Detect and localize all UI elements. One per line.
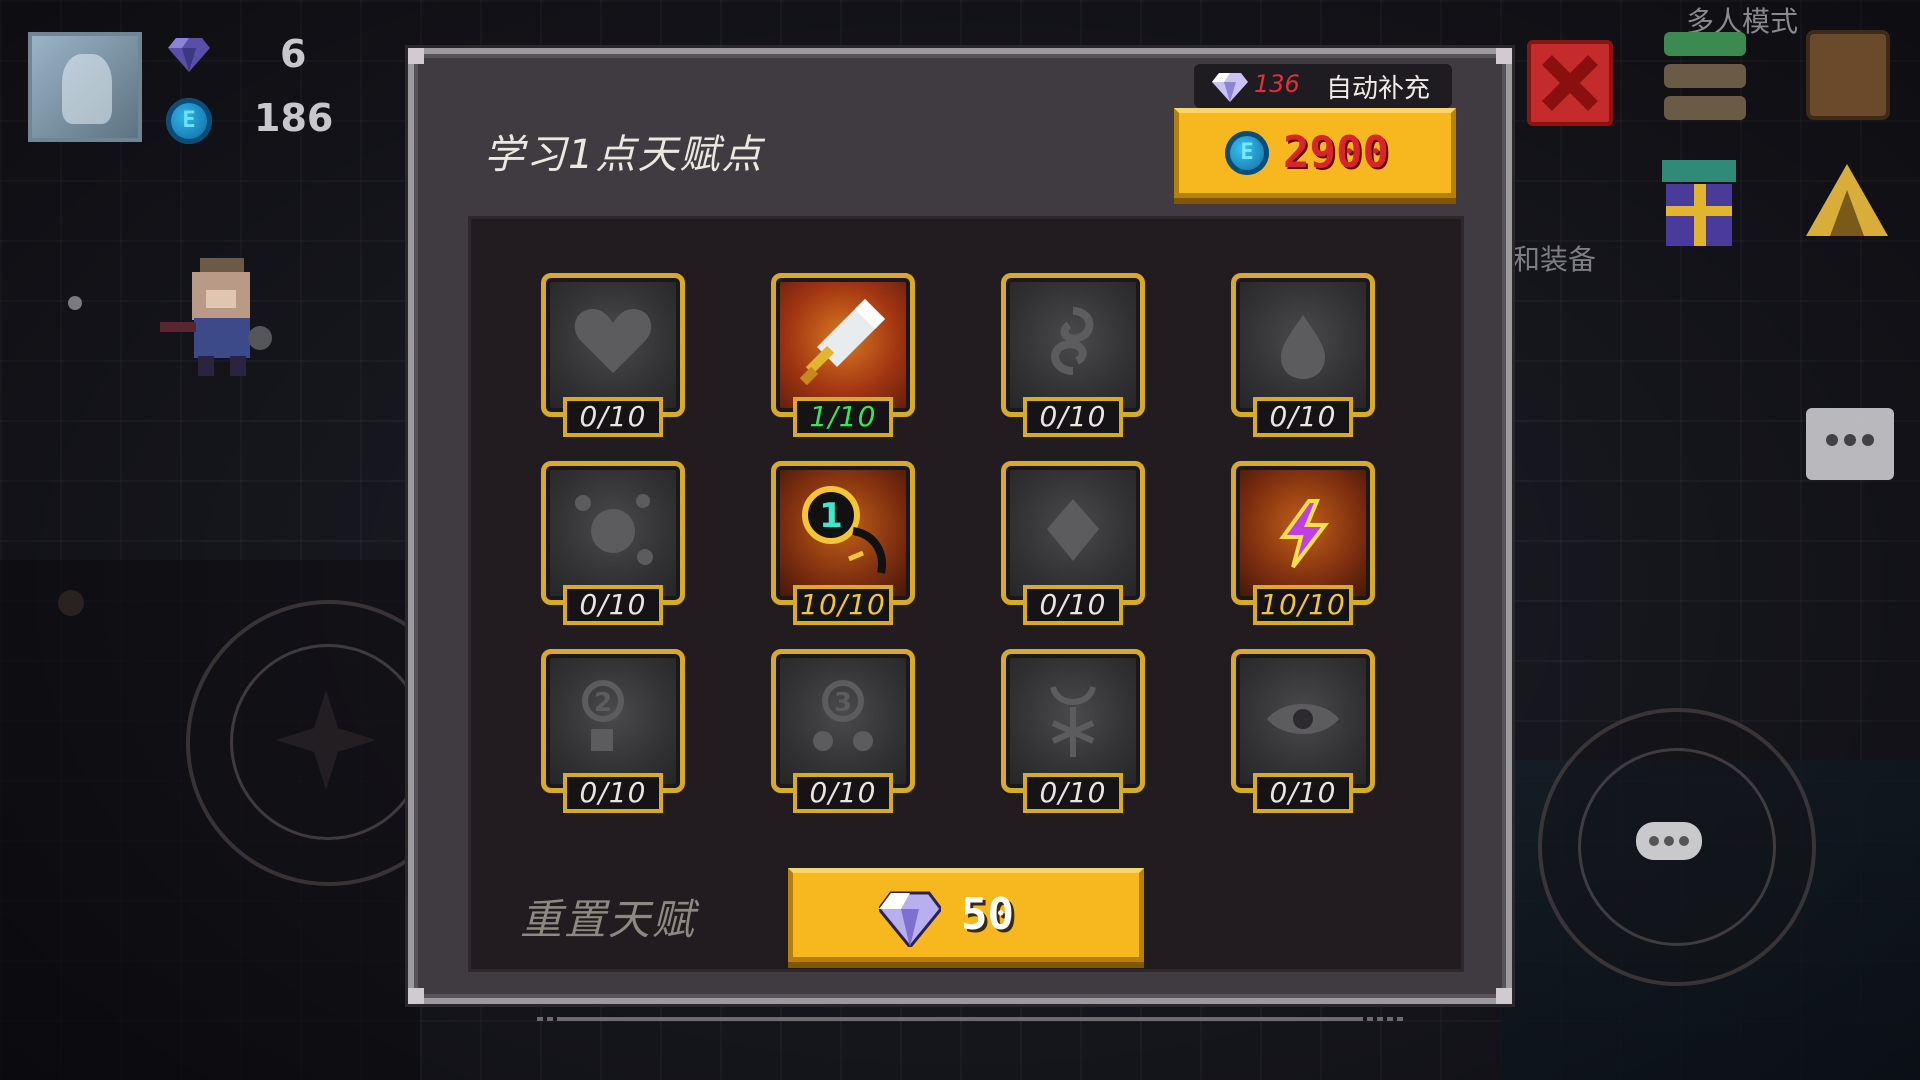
orbs-icon — [575, 494, 653, 565]
talent-level: 10/10 — [793, 585, 893, 625]
talent-slot-heart[interactable]: 0/10 — [541, 273, 685, 441]
close-button[interactable] — [1527, 40, 1613, 126]
diamond-shield-icon — [1047, 499, 1099, 561]
talent-level: 0/10 — [563, 397, 663, 437]
swirl-icon — [1051, 307, 1094, 375]
reset-talent-button[interactable]: 50 — [788, 868, 1144, 962]
talent-level: 0/10 — [793, 773, 893, 813]
tent-icon[interactable] — [1804, 160, 1890, 240]
backpack-icon[interactable] — [1806, 30, 1890, 120]
svg-text:3: 3 — [834, 688, 852, 718]
eye-icon — [1267, 704, 1339, 734]
reset-cost-amount: 50 — [961, 889, 1014, 940]
talent-slot-vision[interactable]: 0/10 — [1231, 649, 1375, 817]
coin-count: 186 — [254, 96, 334, 140]
talent-panel: 学习1点天赋点 136 自动补充 E 2900 0/10 1/10 0/10 0… — [408, 48, 1512, 1021]
talent-level: 0/10 — [1023, 585, 1123, 625]
droplet-icon — [1281, 315, 1325, 379]
talent-level: 0/10 — [563, 773, 663, 813]
talent-level: 0/10 — [1023, 397, 1123, 437]
number-two-icon: 2 — [582, 680, 624, 751]
talent-level: 1/10 — [793, 397, 893, 437]
panel-corner — [408, 48, 424, 64]
talent-slot-extra-shot[interactable]: 1 10/10 — [771, 461, 915, 629]
gem-icon — [168, 38, 210, 72]
talent-level: 10/10 — [1253, 585, 1353, 625]
talent-slot-orbs[interactable]: 0/10 — [541, 461, 685, 629]
dpad-icon — [276, 690, 376, 790]
gem-count: 6 — [280, 32, 307, 76]
number-one-hook-icon: 1 — [802, 486, 886, 574]
auto-refill-toggle[interactable]: 136 自动补充 — [1194, 64, 1452, 108]
talent-slot-swirl[interactable]: 0/10 — [1001, 273, 1145, 441]
lightning-icon — [1279, 499, 1330, 569]
player-avatar[interactable] — [28, 32, 142, 142]
learn-cost-amount: 2900 — [1283, 127, 1389, 178]
talent-slot-shield[interactable]: 0/10 — [1001, 461, 1145, 629]
svg-text:2: 2 — [594, 688, 612, 718]
talent-slot-double[interactable]: 2 0/10 — [541, 649, 685, 817]
learn-talent-button[interactable]: E 2900 — [1174, 108, 1456, 198]
gem-balance: 136 — [1254, 70, 1300, 98]
coin-icon: E — [1225, 131, 1269, 175]
close-icon — [1542, 55, 1598, 111]
heart-icon — [574, 309, 652, 373]
gift-box-icon[interactable] — [1656, 160, 1742, 250]
panel-corner — [1496, 48, 1512, 64]
reset-talent-label: 重置天赋 — [520, 895, 697, 944]
auto-refill-label: 自动补充 — [1326, 74, 1431, 104]
talent-slot-droplet[interactable]: 0/10 — [1231, 273, 1375, 441]
talent-slot-sword[interactable]: 1/10 — [771, 273, 915, 441]
panel-title: 学习1点天赋点 — [484, 132, 764, 178]
chat-bubble-icon[interactable] — [1806, 408, 1894, 480]
floor-dot — [58, 590, 84, 616]
chat-dots-icon — [1826, 434, 1874, 446]
svg-text:1: 1 — [819, 496, 843, 536]
talent-slot-triple[interactable]: 3 0/10 — [771, 649, 915, 817]
talent-slot-lightning[interactable]: 10/10 — [1231, 461, 1375, 629]
chat-button-icon — [1636, 822, 1702, 860]
talent-level: 0/10 — [563, 585, 663, 625]
section-divider — [537, 1017, 1407, 1021]
talent-level: 0/10 — [1023, 773, 1123, 813]
panel-corner — [408, 988, 424, 1004]
gem-icon — [1212, 73, 1248, 102]
talent-slot-frost[interactable]: 0/10 — [1001, 649, 1145, 817]
menu-stack-icon[interactable] — [1660, 30, 1750, 130]
equipment-label: 和装备 — [1512, 243, 1597, 276]
number-three-icon: 3 — [813, 680, 873, 751]
panel-corner — [1496, 988, 1512, 1004]
talent-level: 0/10 — [1253, 773, 1353, 813]
player-character — [160, 258, 272, 376]
snowflake-icon — [1050, 685, 1096, 757]
talent-level: 0/10 — [1253, 397, 1353, 437]
sword-icon — [799, 299, 885, 386]
gem-icon — [879, 891, 941, 947]
floor-dot — [68, 296, 82, 310]
talent-grid: 0/10 1/10 0/10 0/10 0/10 1 10/10 0/10 10… — [468, 216, 1464, 1021]
coin-icon: E — [166, 98, 212, 144]
